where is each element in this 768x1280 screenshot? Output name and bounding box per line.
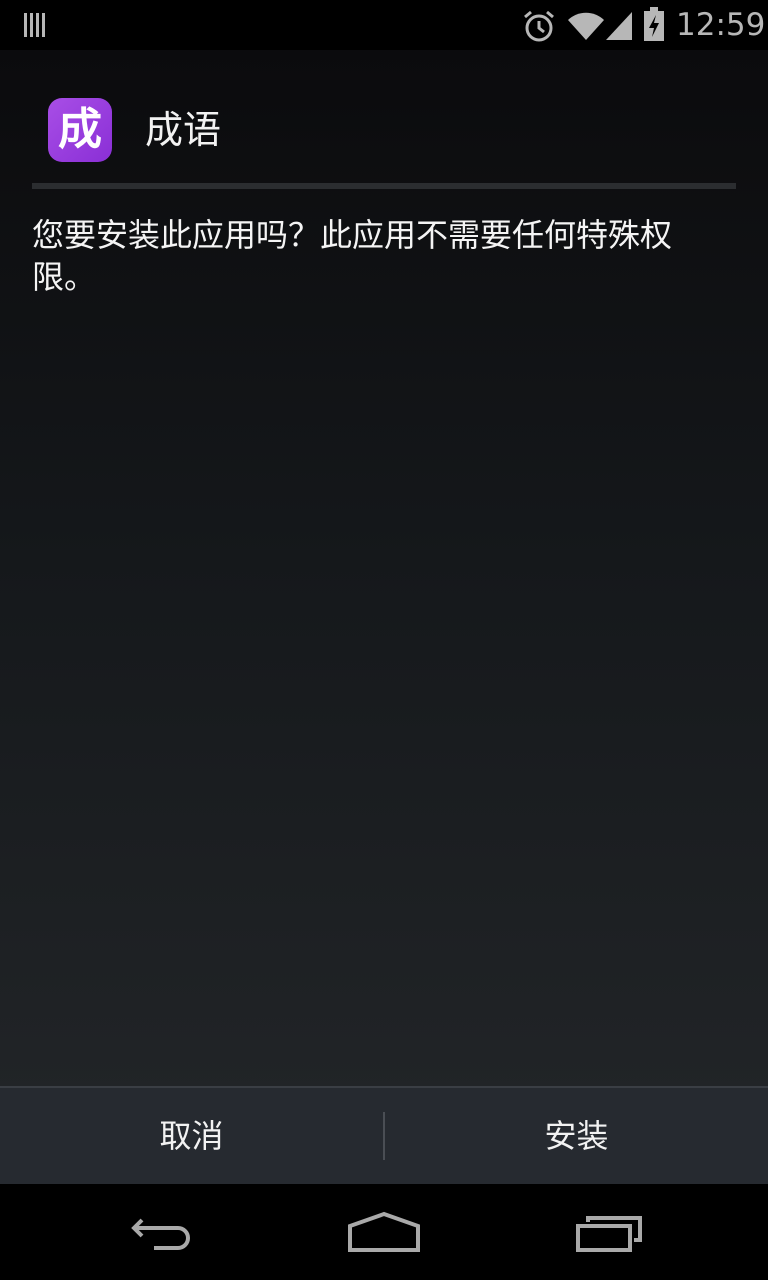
app-header: 成 成语 bbox=[0, 50, 768, 190]
battery-charging-icon bbox=[644, 7, 664, 41]
status-time: 12:59 bbox=[676, 7, 766, 43]
cancel-button[interactable]: 取消 bbox=[0, 1088, 383, 1184]
status-bar: 12:59 bbox=[0, 0, 768, 50]
navigation-bar bbox=[0, 1184, 768, 1280]
install-button[interactable]: 安装 bbox=[385, 1088, 768, 1184]
alarm-icon bbox=[524, 10, 554, 42]
recent-apps-icon[interactable] bbox=[562, 1200, 658, 1264]
button-bar: 取消 安装 bbox=[0, 1086, 768, 1184]
notification-bars-icon bbox=[24, 13, 45, 37]
home-icon[interactable] bbox=[336, 1200, 432, 1264]
screen: 12:59 成 成语 您要安装此应用吗？此应用不需要任何特殊权限。 取消 安装 bbox=[0, 0, 768, 1280]
wifi-icon bbox=[568, 12, 604, 41]
install-message: 您要安装此应用吗？此应用不需要任何特殊权限。 bbox=[32, 216, 673, 296]
signal-icon bbox=[606, 12, 632, 40]
app-icon: 成 bbox=[48, 98, 112, 162]
install-dialog: 成 成语 您要安装此应用吗？此应用不需要任何特殊权限。 bbox=[0, 50, 768, 1184]
header-divider bbox=[32, 183, 736, 189]
back-icon[interactable] bbox=[112, 1200, 208, 1264]
app-title: 成语 bbox=[145, 108, 222, 152]
